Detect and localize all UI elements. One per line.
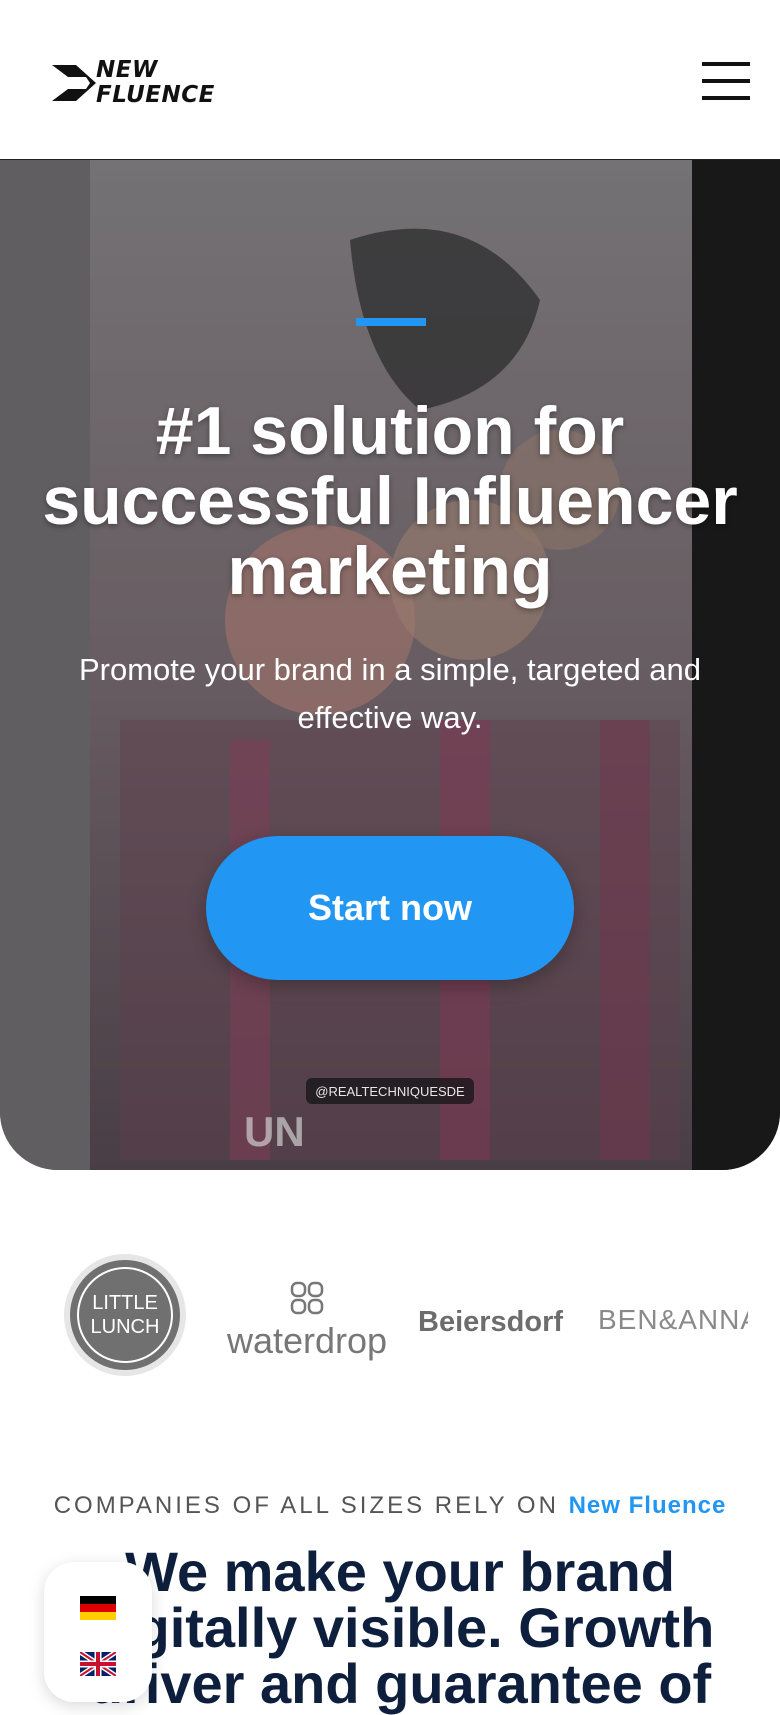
de-flag-icon[interactable]	[80, 1596, 116, 1620]
waterdrop-flower-icon	[290, 1281, 324, 1315]
little-lunch-logo: LITTLE LUNCH	[70, 1260, 180, 1370]
hero-accent-bar	[356, 318, 426, 326]
logo-arrow-icon	[52, 65, 96, 101]
language-switcher	[44, 1562, 152, 1702]
kicker-brand-name: New Fluence	[568, 1492, 727, 1519]
site-header: NEW FLUENCE	[0, 0, 780, 160]
hamburger-menu-icon[interactable]	[702, 62, 750, 100]
brand-logo[interactable]: NEW FLUENCE	[52, 58, 215, 108]
logo-wordmark: NEW FLUENCE	[96, 57, 215, 108]
start-now-button[interactable]: Start now	[206, 836, 574, 980]
video-watermark: @REALTECHNIQUESDE	[306, 1078, 474, 1104]
hero-title: #1 solution for successful Influencer ma…	[42, 393, 738, 609]
brand-logos-strip: LITTLE LUNCH waterdrop Beiersdorf BEN&AN…	[0, 1240, 780, 1380]
trust-kicker: COMPANIES OF ALL SIZES RELY ON New Fluen…	[53, 1492, 727, 1519]
hero-background-text: UN	[244, 1108, 305, 1155]
beiersdorf-logo: Beiersdorf	[418, 1306, 564, 1338]
hero-subtitle: Promote your brand in a simple, targeted…	[78, 652, 702, 735]
uk-flag-icon[interactable]	[80, 1652, 116, 1676]
waterdrop-logo: waterdrop	[222, 1280, 392, 1361]
hero-section: #1 solution for successful Influencer ma…	[0, 160, 780, 1170]
ben-anna-logo: BEN&ANNA	[598, 1304, 748, 1335]
